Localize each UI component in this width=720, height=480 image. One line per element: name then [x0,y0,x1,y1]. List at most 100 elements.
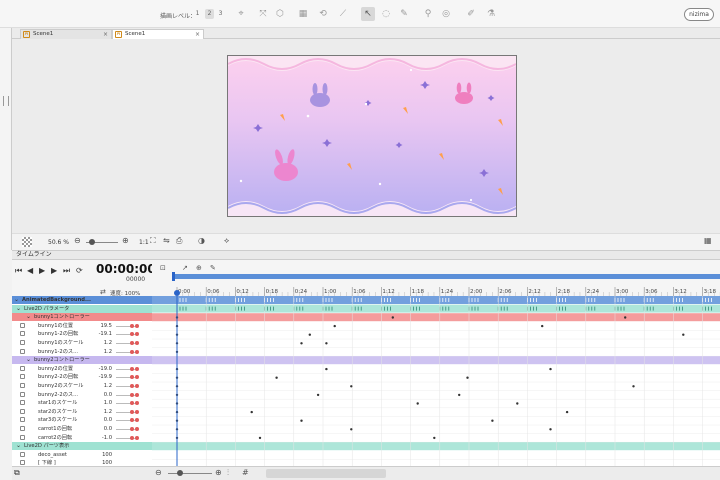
level-2-button[interactable]: 2 [205,9,214,19]
key-marker-icon[interactable] [130,427,134,431]
eyedropper-icon[interactable]: ⚗ [484,7,498,21]
param-value[interactable]: 1.2 [94,382,112,390]
key-marker-icon[interactable] [135,375,139,380]
chevron-down-icon[interactable]: ⌄ [26,356,31,364]
skip-start-icon[interactable]: ⏮ [15,266,22,276]
param-value[interactable]: 0.0 [94,391,112,399]
param-value[interactable]: 19.5 [94,322,112,330]
loop-icon[interactable]: ⟳ [76,266,83,275]
visibility-icon[interactable] [20,460,25,466]
key-marker-icon[interactable] [135,349,139,354]
visibility-icon[interactable] [20,374,25,380]
key-marker-icon[interactable] [135,401,139,406]
key-marker-icon[interactable] [130,375,134,380]
level-1-button[interactable]: 1 [193,9,202,19]
flip-icon[interactable]: ⇋ [163,236,170,245]
track-row[interactable]: star1のスケール 1.0 [12,399,152,407]
key-marker-icon[interactable] [130,401,134,406]
track-row[interactable]: bunny1-2の回転 -19.1 [12,330,152,338]
key-marker-icon[interactable] [135,409,139,414]
track-row[interactable]: ⌄ AnimatedBackground... [12,296,152,304]
track-row[interactable]: bunny1のスケール 1.2 [12,339,152,347]
key-marker-icon[interactable] [135,323,139,328]
chevron-down-icon[interactable]: ⌄ [16,305,21,313]
track-row[interactable]: carrot2の回転 -1.0 [12,434,152,442]
visibility-icon[interactable] [20,331,25,337]
brush-tool-icon[interactable]: ✎ [397,7,411,21]
track-row[interactable]: bunny2-2のス... 0.0 [12,391,152,399]
visibility-icon[interactable] [20,400,25,406]
track-row[interactable]: ⌄ bunny1コントローラー [12,313,152,322]
track-tree[interactable]: ⌄ AnimatedBackground... ⌄ Live2D パラメータ ⌄ bunn… [12,296,152,476]
visibility-icon[interactable] [20,451,25,457]
zoom-in-icon[interactable]: ⊕ [122,236,129,245]
key-marker-icon[interactable] [130,418,134,423]
param-value[interactable]: 100 [94,451,112,459]
timeline-zoom-in-icon[interactable]: ⊕ [215,468,222,477]
bone-icon[interactable]: ⤧ [256,7,270,21]
visibility-icon[interactable] [20,408,25,414]
skip-end-icon[interactable]: ⏭ [63,266,70,276]
param-value[interactable]: -1.0 [94,434,112,442]
track-row[interactable]: ⌄ bunny2コントローラー [12,356,152,365]
key-marker-icon[interactable] [130,384,134,388]
param-value[interactable]: -19.9 [94,373,112,381]
param-value[interactable]: 1.2 [94,408,112,416]
visibility-icon[interactable] [20,348,25,354]
tab-scene1-a[interactable]: A Scene1 × [20,29,112,39]
track-row[interactable]: bunny2-2の回転 -19.9 [12,373,152,381]
deform-icon[interactable]: ⌖ [234,7,248,21]
curve-icon[interactable]: ⟡ [224,236,229,246]
timeline-zoom-slider[interactable] [168,473,212,474]
track-row[interactable]: star2のスケール 1.2 [12,408,152,416]
track-row[interactable]: star3のスケール 0.0 [12,416,152,424]
track-row[interactable]: deco_asset 100 [12,451,152,459]
arrow-tool-icon[interactable]: ↖ [361,7,375,21]
key-marker-icon[interactable] [135,418,139,423]
key-marker-icon[interactable] [135,341,139,345]
scene-canvas[interactable] [227,55,517,217]
chevron-down-icon[interactable]: ⌄ [16,442,21,450]
visibility-icon[interactable] [20,340,25,345]
timeline-ruler-area[interactable]: 0:00 0:06 0:12 0:18 0:24 1:00 1:06 1:12 1:18 1:24… [152,260,720,296]
chevron-down-icon[interactable]: ⌄ [14,296,19,304]
track-row[interactable]: bunny1の位置 19.5 [12,322,152,330]
timeline-zoom-thumb[interactable] [177,470,183,476]
key-marker-icon[interactable] [135,427,139,431]
nizima-button[interactable]: nizima [684,8,714,21]
rotate-icon[interactable]: ⟲ [316,7,330,21]
zoom-value[interactable]: 50.6 % [48,239,69,246]
pen-tool-icon[interactable]: ✐ [464,7,478,21]
track-row[interactable]: bunny2のスケール 1.2 [12,382,152,390]
mesh-icon[interactable]: ⬡ [273,7,287,21]
visibility-icon[interactable] [20,417,25,423]
step-back-icon[interactable]: ◀︎ [27,266,33,275]
visibility-icon[interactable] [20,383,25,388]
scale-value[interactable]: 1:1 [139,239,149,246]
play-icon[interactable]: ▶︎ [39,266,45,275]
param-value[interactable]: -19.1 [94,330,112,338]
key-marker-icon[interactable] [130,323,134,328]
key-marker-icon[interactable] [130,341,134,345]
key-marker-icon[interactable] [130,349,134,354]
visibility-icon[interactable] [20,434,25,440]
step-forward-icon[interactable]: ▶︎ [51,266,57,275]
snap-icon[interactable]: ⫶ [227,468,229,478]
key-marker-icon[interactable] [135,392,139,397]
key-marker-icon[interactable] [130,435,134,440]
zoom-slider-thumb[interactable] [89,239,95,245]
param-value[interactable]: 1.2 [94,339,112,347]
close-icon[interactable]: × [103,30,108,39]
param-value[interactable]: 0.0 [94,416,112,424]
visibility-icon[interactable] [20,391,25,397]
key-marker-icon[interactable] [130,366,134,371]
key-marker-icon[interactable] [135,384,139,388]
keyframe-grid[interactable] [152,296,720,466]
timeline-zoom-out-icon[interactable]: ⊖ [155,468,162,477]
chevron-down-icon[interactable]: ⌄ [26,313,31,321]
grid-menu-icon[interactable]: ▦ [704,236,712,245]
param-value[interactable]: 0.0 [94,425,112,433]
track-row[interactable]: bunny2の位置 -19.0 [12,365,152,373]
param-value[interactable]: 1.2 [94,348,112,356]
zoom-out-icon[interactable]: ⊖ [74,236,81,245]
